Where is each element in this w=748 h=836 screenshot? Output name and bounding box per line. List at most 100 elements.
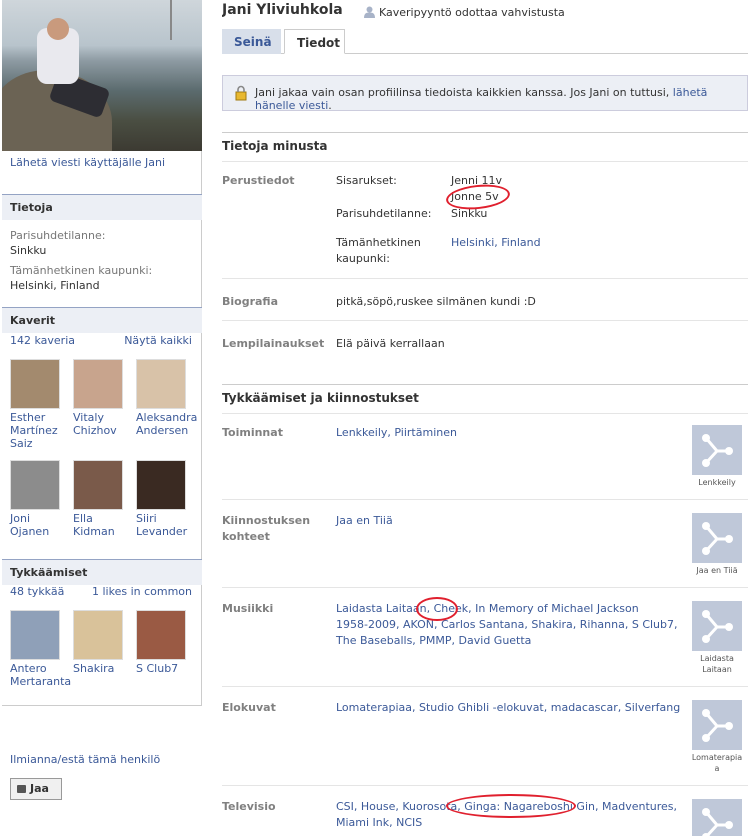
activities-links[interactable]: Lenkkeily, Piirtäminen: [336, 425, 457, 441]
friend-avatar[interactable]: [73, 359, 123, 409]
movies-label: Elokuvat: [222, 701, 276, 714]
quotes-label: Lempilainaukset: [222, 337, 325, 350]
tv-links-line-2[interactable]: Miami Ink, NCIS: [336, 815, 422, 831]
relationship-label: Parisuhdetilanne:: [10, 229, 106, 242]
tv-page-image[interactable]: [692, 799, 742, 836]
red-annotation-circle: [446, 794, 576, 818]
like-name[interactable]: S Club7: [136, 662, 194, 675]
left-column: Lähetä viesti käyttäjälle Jani Tietoja P…: [2, 0, 202, 836]
bio-label: Biografia: [222, 295, 279, 308]
interests-label-2: kohteet: [222, 530, 270, 543]
likes-box: Tykkäämiset: [2, 559, 202, 585]
interest-thumb-caption[interactable]: Jaa en Tiiä: [684, 565, 748, 576]
friend-name[interactable]: Joni Ojanen: [10, 512, 68, 538]
like-item[interactable]: Shakira: [73, 610, 131, 675]
person-icon: [364, 6, 375, 18]
notice-end: .: [328, 99, 332, 112]
friend-name[interactable]: Siiri Levander: [136, 512, 194, 538]
movie-page-image[interactable]: [692, 700, 742, 750]
city-link[interactable]: Helsinki, Finland: [451, 235, 541, 251]
friends-box: Kaverit: [2, 307, 202, 333]
music-thumb-caption-1[interactable]: Laidasta: [684, 653, 748, 664]
profile-photo[interactable]: [2, 0, 202, 151]
notice-text: Jani jakaa vain osan profiilinsa tiedois…: [255, 86, 673, 99]
tab-info[interactable]: Tiedot: [284, 29, 345, 54]
music-links-line-1[interactable]: Laidasta Laitaan, Cheek, In Memory of Mi…: [336, 601, 639, 617]
basic-info-label: Perustiedot: [222, 174, 295, 187]
like-image[interactable]: [10, 610, 60, 660]
likes-in-common-link[interactable]: 1 likes in common: [92, 585, 192, 598]
movies-links[interactable]: Lomaterapiaa, Studio Ghibli -elokuvat, m…: [336, 700, 680, 716]
friend-item[interactable]: Vitaly Chizhov: [73, 359, 131, 437]
comment-icon: [17, 785, 26, 793]
like-item[interactable]: Antero Mertaranta: [10, 610, 71, 688]
like-item[interactable]: S Club7: [136, 610, 194, 675]
interests-label-1: Kiinnostuksen: [222, 514, 311, 527]
activities-label: Toiminnat: [222, 426, 283, 439]
info-box: Tietoja: [2, 194, 202, 220]
bio-value: pitkä,söpö,ruskee silmänen kundi :D: [336, 295, 536, 308]
activity-thumb-caption[interactable]: Lenkkeily: [684, 477, 748, 488]
friend-name[interactable]: Aleksandra Andersen: [136, 411, 197, 437]
city-label-1: Tämänhetkinen: [336, 236, 421, 249]
friend-name[interactable]: Vitaly Chizhov: [73, 411, 131, 437]
city-value: Helsinki, Finland: [10, 279, 100, 292]
privacy-notice: Jani jakaa vain osan profiilinsa tiedois…: [222, 75, 748, 112]
friend-name[interactable]: Esther Martínez Saiz: [10, 411, 68, 450]
friend-item[interactable]: Joni Ojanen: [10, 460, 68, 538]
likes-box-title: Tykkäämiset: [2, 559, 202, 585]
city-label: Tämänhetkinen kaupunki:: [10, 264, 153, 277]
profile-tabs: Seinä Tiedot: [222, 29, 748, 54]
about-section-title: Tietoja minusta: [222, 132, 748, 153]
tv-label: Televisio: [222, 800, 276, 813]
divider: [2, 705, 202, 706]
friend-avatar[interactable]: [136, 460, 186, 510]
friend-avatar[interactable]: [10, 460, 60, 510]
music-links-line-2[interactable]: 1958-2009, AKON, Carlos Santana, Shakira…: [336, 617, 678, 633]
activities-row: [222, 413, 748, 499]
friend-avatar[interactable]: [10, 359, 60, 409]
send-message-link[interactable]: Lähetä viesti käyttäjälle Jani: [10, 156, 165, 169]
music-page-image[interactable]: [692, 601, 742, 651]
friend-item[interactable]: Ella Kidman: [73, 460, 131, 538]
like-name[interactable]: Antero Mertaranta: [10, 662, 71, 688]
friends-box-title: Kaverit: [2, 307, 202, 333]
info-box-title: Tietoja: [2, 194, 202, 220]
report-block-link[interactable]: Ilmianna/estä tämä henkilö: [10, 753, 160, 766]
friend-item[interactable]: Siiri Levander: [136, 460, 194, 538]
share-button-label: Jaa: [30, 782, 49, 795]
friend-item[interactable]: Aleksandra Andersen: [136, 359, 197, 437]
lock-icon: [235, 85, 247, 101]
music-label: Musiikki: [222, 602, 274, 615]
quotes-value: Elä päivä kerrallaan: [336, 337, 445, 350]
city-label-2: kaupunki:: [336, 252, 390, 265]
pending-text: Kaveripyyntö odottaa vahvistusta: [379, 6, 565, 19]
friend-name[interactable]: Ella Kidman: [73, 512, 131, 538]
siblings-label: Sisarukset:: [336, 174, 397, 187]
likes-section-title: Tykkäämiset ja kiinnostukset: [222, 384, 748, 405]
friend-avatar[interactable]: [73, 460, 123, 510]
music-links-line-3[interactable]: The Baseballs, PMMP, David Guetta: [336, 633, 531, 649]
movie-thumb-caption-2[interactable]: a: [684, 763, 748, 774]
profile-name: Jani Yliviuhkola: [222, 2, 343, 18]
red-annotation-circle: [416, 597, 458, 621]
like-image[interactable]: [136, 610, 186, 660]
likes-count-link[interactable]: 48 tykkää: [10, 585, 64, 598]
friends-count-link[interactable]: 142 kaveria: [10, 334, 75, 347]
like-name[interactable]: Shakira: [73, 662, 131, 675]
activity-page-image[interactable]: [692, 425, 742, 475]
interests-link[interactable]: Jaa en Tiiä: [336, 513, 393, 529]
friend-avatar[interactable]: [136, 359, 186, 409]
like-image[interactable]: [73, 610, 123, 660]
music-thumb-caption-2[interactable]: Laitaan: [684, 664, 748, 675]
see-all-friends-link[interactable]: Näytä kaikki: [124, 334, 192, 347]
relationship-label: Parisuhdetilanne:: [336, 207, 432, 220]
tab-wall[interactable]: Seinä: [222, 29, 281, 54]
interest-page-image[interactable]: [692, 513, 742, 563]
main-column: Jani Yliviuhkola Kaveripyyntö odottaa va…: [222, 0, 748, 836]
friend-item[interactable]: Esther Martínez Saiz: [10, 359, 68, 450]
relationship-value: Sinkku: [10, 244, 47, 257]
friend-request-pending: Kaveripyyntö odottaa vahvistusta: [364, 6, 565, 19]
movie-thumb-caption-1[interactable]: Lomaterapia: [684, 752, 748, 763]
share-button[interactable]: Jaa: [10, 778, 62, 800]
